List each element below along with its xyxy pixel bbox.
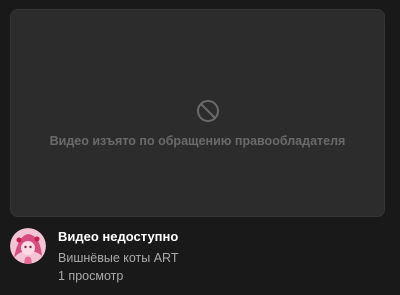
video-meta: Видео недоступно Вишнёвые коты ART 1 про…	[58, 228, 388, 284]
blocked-icon	[197, 100, 219, 122]
video-thumbnail[interactable]: Видео изъято по обращению правообладател…	[10, 9, 385, 217]
view-count: 1 просмотр	[58, 269, 124, 283]
video-title[interactable]: Видео недоступно	[58, 228, 388, 245]
channel-name[interactable]: Вишнёвые коты ART	[58, 250, 388, 266]
blocked-message: Видео изъято по обращению правообладател…	[49, 134, 346, 148]
video-card[interactable]: Видео изъято по обращению правообладател…	[0, 0, 400, 295]
channel-avatar[interactable]	[10, 228, 46, 264]
